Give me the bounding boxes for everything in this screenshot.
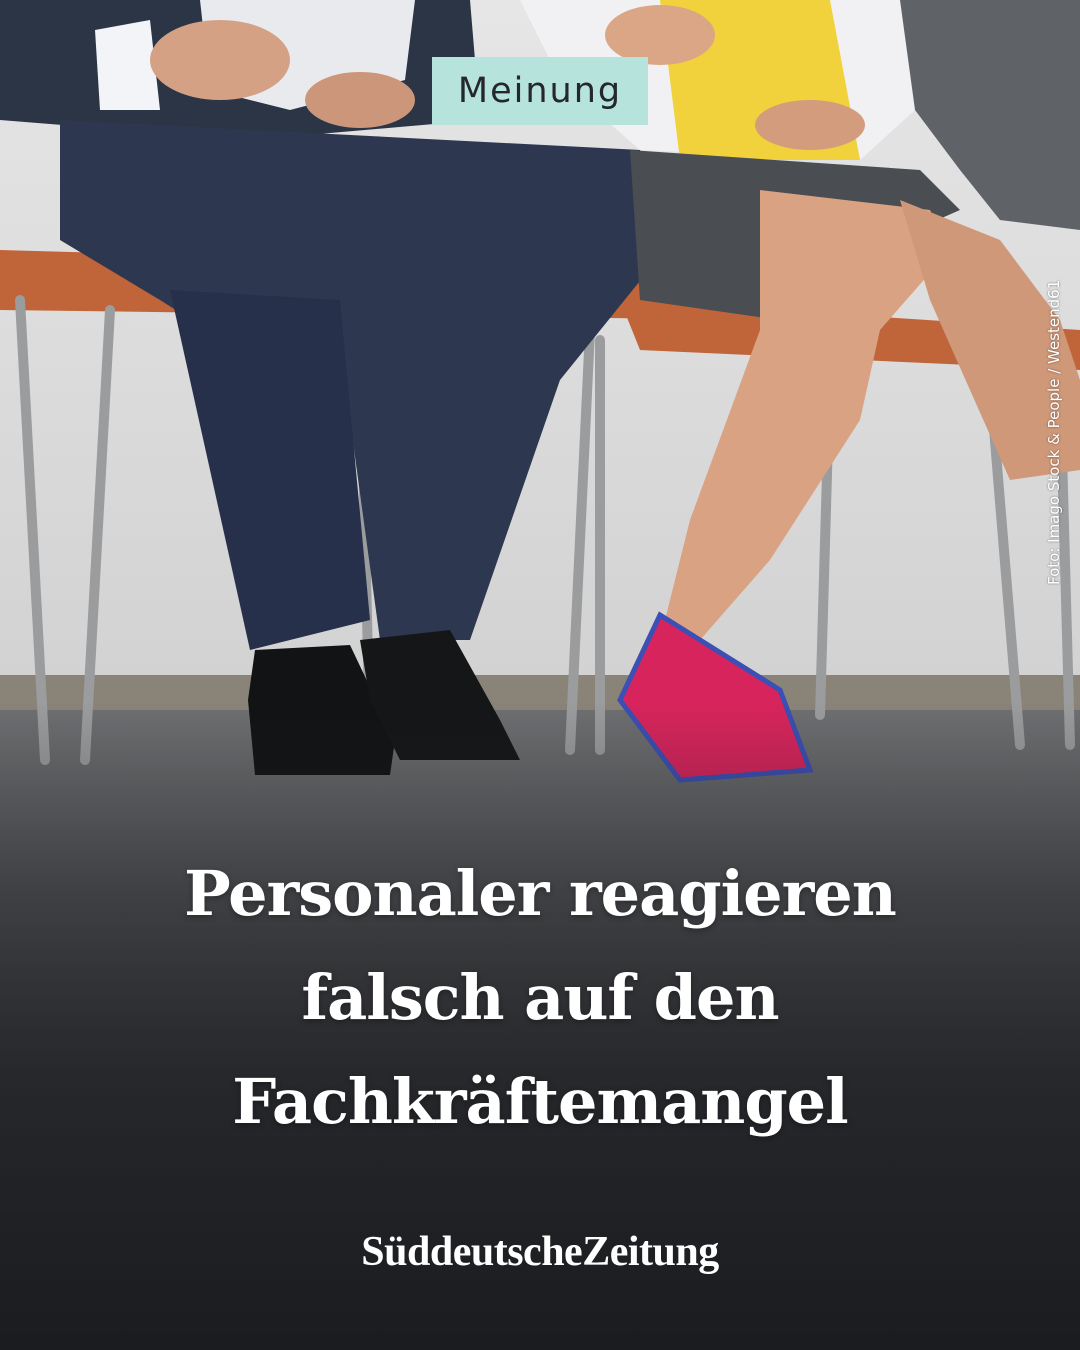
category-badge: Meinung: [432, 57, 648, 125]
post-card: Meinung Foto: Imago Stock & People / Wes…: [0, 0, 1080, 1350]
headline: Personaler reagieren falsch auf den Fach…: [60, 842, 1020, 1154]
photo-credit: Foto: Imago Stock & People / Westend61: [1045, 279, 1063, 585]
brand-logo-wordmark: SüddeutscheZeitung: [361, 1229, 719, 1275]
headline-line-1: Personaler reagieren: [184, 857, 897, 930]
headline-line-2: falsch auf den: [301, 961, 779, 1034]
headline-line-3: Fachkräftemangel: [232, 1065, 848, 1138]
